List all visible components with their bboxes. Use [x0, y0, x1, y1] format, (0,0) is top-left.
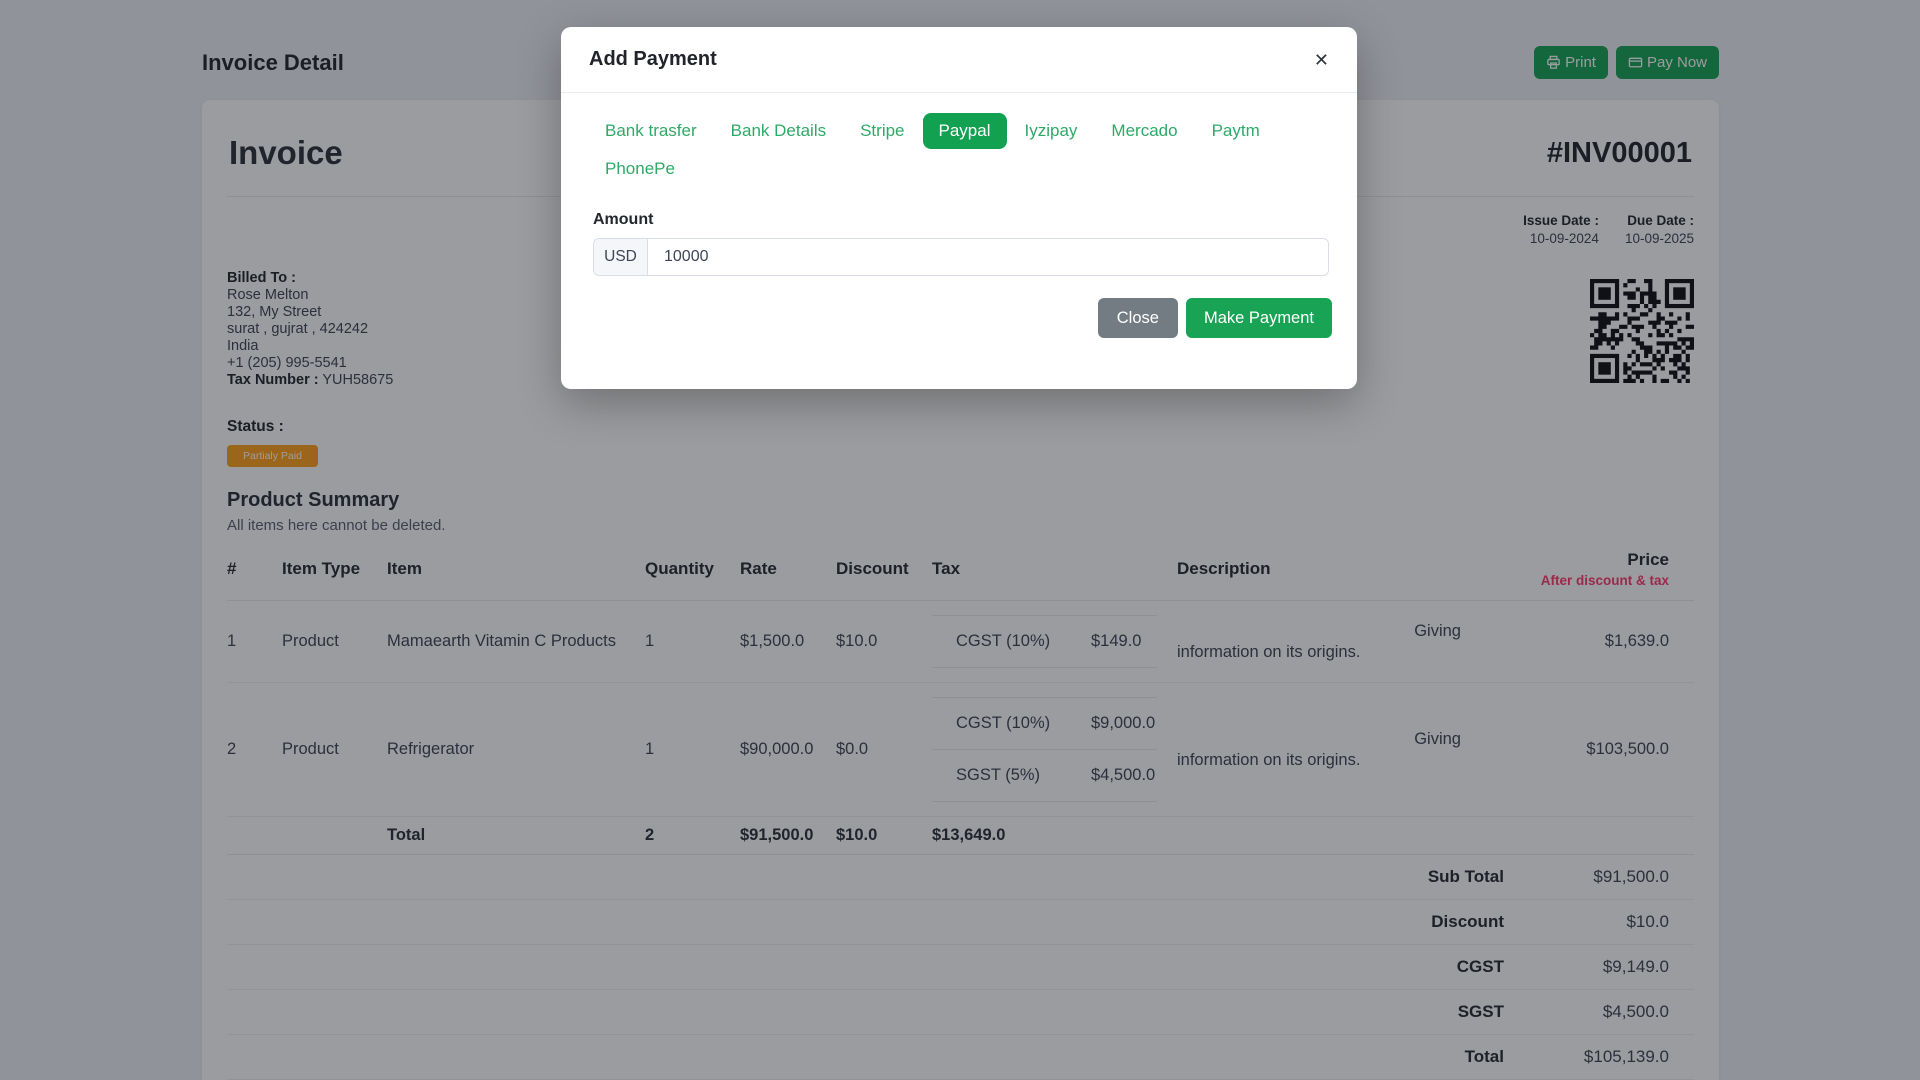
modal-header: Add Payment ✕ — [561, 27, 1357, 93]
amount-input[interactable] — [648, 239, 1328, 275]
tab-iyzipay[interactable]: Iyzipay — [1009, 113, 1094, 149]
modal-body: Amount USD — [561, 187, 1357, 276]
amount-label: Amount — [593, 211, 654, 228]
modal-title: Add Payment — [589, 48, 717, 70]
tab-stripe[interactable]: Stripe — [844, 113, 920, 149]
tab-phonepe[interactable]: PhonePe — [589, 151, 691, 187]
tab-paytm[interactable]: Paytm — [1196, 113, 1276, 149]
close-button[interactable]: Close — [1097, 298, 1178, 338]
payment-method-tabs: Bank trasfer Bank Details Stripe Paypal … — [561, 93, 1357, 187]
make-payment-button[interactable]: Make Payment — [1185, 298, 1332, 338]
add-payment-modal: Add Payment ✕ Bank trasfer Bank Details … — [561, 27, 1357, 389]
tab-mercado[interactable]: Mercado — [1095, 113, 1193, 149]
tab-bank-details[interactable]: Bank Details — [715, 113, 842, 149]
tab-bank-transfer[interactable]: Bank trasfer — [589, 113, 713, 149]
currency-prefix: USD — [594, 239, 648, 275]
tab-paypal[interactable]: Paypal — [922, 113, 1007, 149]
close-icon[interactable]: ✕ — [1314, 51, 1329, 69]
amount-input-group: USD — [593, 238, 1329, 276]
modal-footer: Close Make Payment — [561, 276, 1357, 389]
